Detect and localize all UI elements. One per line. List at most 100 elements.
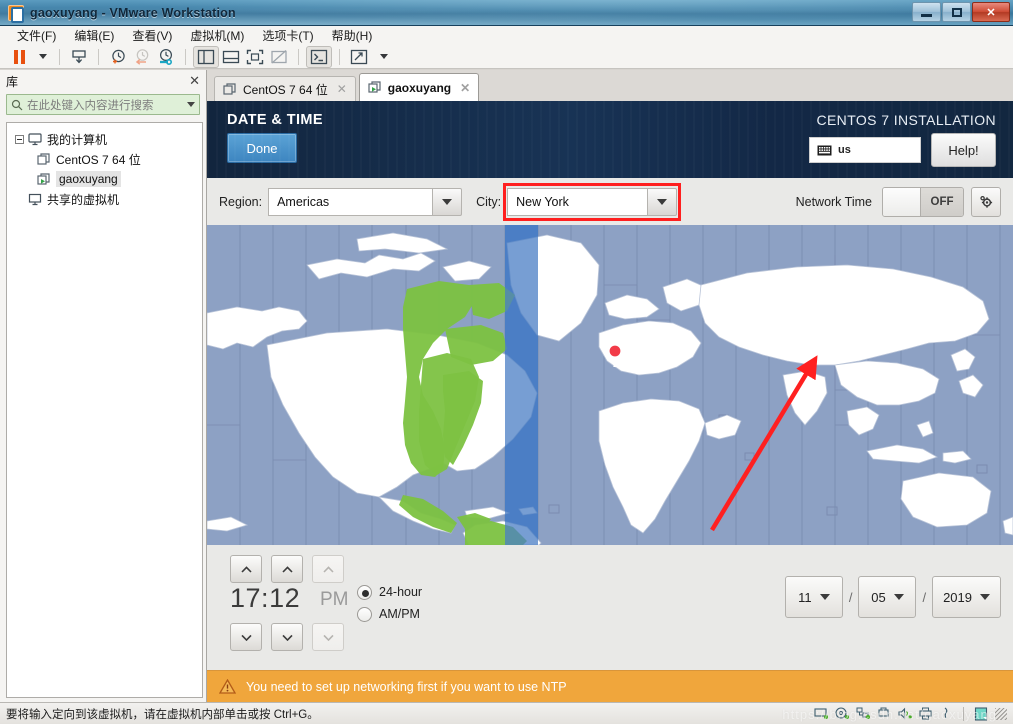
caret-down-icon[interactable]: [187, 102, 195, 107]
city-value[interactable]: New York: [507, 187, 648, 216]
tab-gaoxuyang[interactable]: gaoxuyang ✕: [358, 73, 480, 101]
status-usb-icon[interactable]: [877, 707, 892, 720]
warning-icon: [219, 679, 236, 694]
year-select[interactable]: 2019: [932, 576, 1001, 618]
vm-tabstrip: CentOS 7 64 位 ✕ gaoxuyang ✕: [207, 70, 1013, 101]
pause-vm-button[interactable]: [8, 46, 30, 68]
date-separator: /: [848, 589, 853, 605]
minimize-button[interactable]: [912, 2, 941, 22]
timezone-map[interactable]: [207, 225, 1013, 545]
caret-down-icon: [657, 198, 668, 205]
warning-text: You need to set up networking first if y…: [246, 679, 567, 694]
snapshot-take-button[interactable]: [67, 46, 91, 68]
keyboard-layout-label: us: [838, 144, 851, 156]
radio-am-pm[interactable]: AM/PM: [357, 603, 422, 625]
status-harddisk-icon[interactable]: [814, 707, 829, 720]
done-button[interactable]: Done: [227, 133, 297, 163]
console-button[interactable]: [306, 45, 332, 68]
region-value[interactable]: Americas: [268, 187, 433, 216]
region-combobox[interactable]: Americas: [268, 187, 463, 216]
clock-back-icon: [135, 48, 149, 65]
expander-icon[interactable]: [15, 134, 24, 144]
revert-snapshot-button[interactable]: [130, 46, 154, 68]
search-input[interactable]: 在此处键入内容进行搜索: [6, 94, 200, 115]
menu-edit[interactable]: 编辑(E): [65, 26, 123, 45]
menu-vm[interactable]: 虚拟机(M): [181, 26, 253, 45]
chevron-down-icon: [281, 634, 293, 641]
fullscreen-icon: [246, 49, 264, 64]
radio-label: 24-hour: [379, 585, 423, 599]
computer-icon: [28, 132, 42, 145]
city-dropdown-button[interactable]: [647, 187, 678, 216]
resize-grip[interactable]: [995, 707, 1007, 720]
unity-mode-button[interactable]: [267, 46, 291, 68]
hour-up-button[interactable]: [230, 555, 262, 583]
chevron-down-icon: [240, 634, 252, 641]
network-time-settings-button[interactable]: [971, 186, 1001, 217]
vm-running-icon: [37, 172, 50, 185]
status-display-icon[interactable]: [940, 707, 953, 720]
tree-item-label: 我的计算机: [47, 132, 108, 147]
tree-shared-vms[interactable]: 共享的虚拟机: [11, 189, 198, 209]
close-button[interactable]: ✕: [972, 2, 1010, 22]
tree-centos7[interactable]: CentOS 7 64 位: [11, 149, 198, 169]
snapshot-manager-button[interactable]: [106, 46, 130, 68]
fullscreen-button[interactable]: [243, 46, 267, 68]
status-message-icon[interactable]: [974, 706, 989, 721]
month-select[interactable]: 11: [784, 576, 843, 618]
menu-file[interactable]: 文件(F): [8, 26, 65, 45]
day-select[interactable]: 05: [858, 576, 917, 618]
ampm-up-button[interactable]: [312, 555, 344, 583]
unity-icon: [271, 49, 287, 63]
region-label: Region:: [219, 194, 263, 209]
close-icon[interactable]: ✕: [189, 73, 200, 89]
day-value: 05: [871, 589, 886, 605]
panel-left-icon: [197, 49, 215, 64]
power-dropdown-button[interactable]: [30, 46, 52, 68]
show-library-button[interactable]: [193, 45, 219, 68]
status-sound-icon[interactable]: [898, 707, 913, 720]
maximize-button[interactable]: [942, 2, 971, 22]
network-time-toggle[interactable]: OFF: [882, 186, 964, 217]
tree-my-computer[interactable]: 我的计算机: [11, 129, 198, 149]
search-icon: [11, 99, 23, 110]
terminal-icon: [310, 49, 328, 64]
caret-down-icon: [819, 594, 830, 600]
city-combobox[interactable]: New York: [503, 182, 682, 221]
keyboard-layout-indicator[interactable]: us: [809, 137, 921, 163]
tree-gaoxuyang[interactable]: gaoxuyang: [11, 169, 198, 189]
hours-value: 17: [230, 583, 262, 613]
manage-snapshots-button[interactable]: [154, 46, 178, 68]
close-icon[interactable]: ✕: [337, 82, 347, 96]
radio-24-hour[interactable]: 24-hour: [357, 581, 422, 603]
status-printer-icon[interactable]: [919, 707, 934, 720]
tab-centos7[interactable]: CentOS 7 64 位 ✕: [214, 76, 356, 101]
minute-down-button[interactable]: [271, 623, 303, 651]
vmware-workstation-window: gaoxuyang - VMware Workstation ✕ 文件(F) 编…: [0, 0, 1013, 724]
status-network-icon[interactable]: [856, 707, 871, 720]
window-title: gaoxuyang - VMware Workstation: [30, 5, 236, 20]
product-title: CENTOS 7 INSTALLATION: [816, 112, 996, 128]
menu-tabs[interactable]: 选项卡(T): [253, 26, 322, 45]
stretch-dropdown-button[interactable]: [371, 46, 393, 68]
library-tree: 我的计算机 CentOS 7 64 位 gaoxuyang 共享的虚拟机: [6, 122, 203, 698]
search-placeholder: 在此处键入内容进行搜索: [27, 99, 154, 112]
city-label: City:: [476, 194, 502, 209]
world-map-svg[interactable]: [207, 225, 1013, 545]
minute-up-button[interactable]: [271, 555, 303, 583]
help-button[interactable]: Help!: [931, 133, 996, 167]
region-dropdown-button[interactable]: [432, 187, 463, 216]
clock-plus-icon: [112, 49, 125, 63]
caret-down-icon: [442, 198, 453, 205]
close-icon[interactable]: ✕: [460, 81, 470, 95]
menu-help[interactable]: 帮助(H): [323, 26, 382, 45]
vm-running-icon: [368, 81, 381, 93]
menu-view[interactable]: 查看(V): [123, 26, 181, 45]
main-toolbar: [0, 45, 1013, 69]
show-thumbnail-bar-button[interactable]: [219, 46, 243, 68]
stretch-guest-button[interactable]: [347, 46, 371, 68]
tree-item-label: gaoxuyang: [56, 171, 121, 187]
hour-down-button[interactable]: [230, 623, 262, 651]
ampm-down-button[interactable]: [312, 623, 344, 651]
status-cdrom-icon[interactable]: [835, 707, 850, 720]
